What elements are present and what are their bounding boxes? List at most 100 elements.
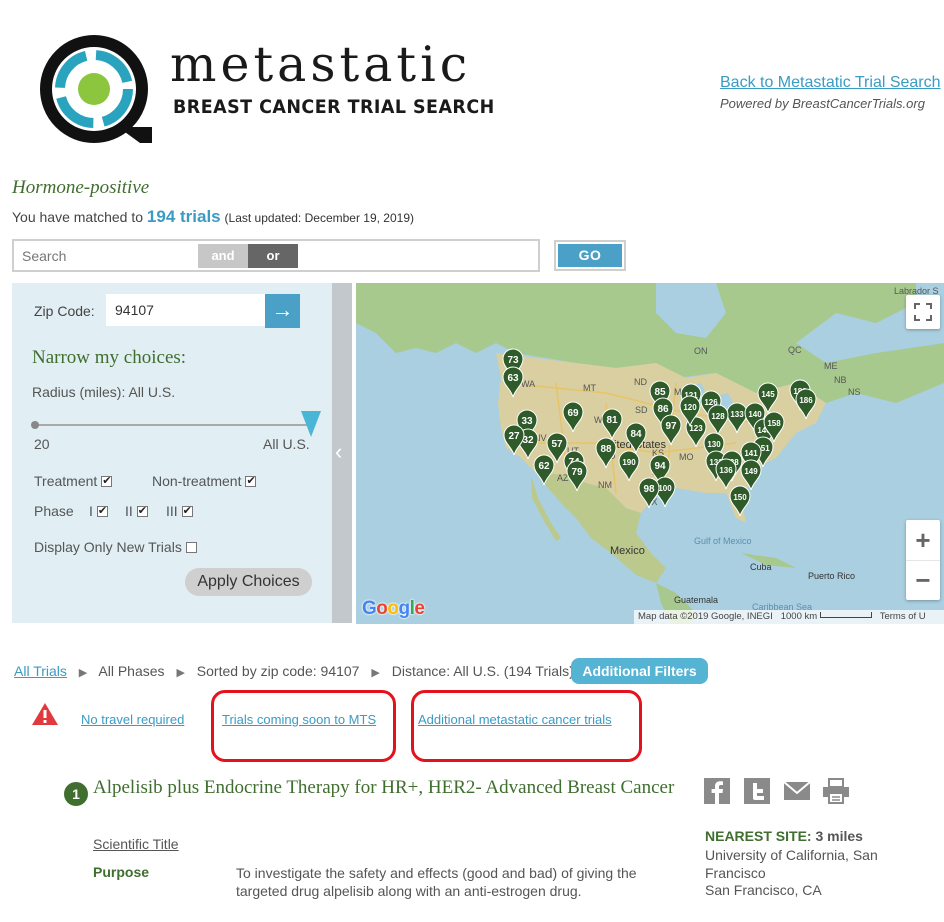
non-treatment-checkbox[interactable] [245,474,257,487]
twitter-icon[interactable] [744,778,770,804]
map-marker-label: 81 [606,415,618,426]
map-marker-label: 136 [719,466,733,475]
purpose-text: To investigate the safety and effects (g… [236,865,637,899]
map-marker-label: 63 [507,373,519,384]
map-marker-label: 140 [748,410,762,419]
scientific-title-link[interactable]: Scientific Title [93,836,179,852]
map-marker-label: 133 [730,410,744,419]
phase-2-checkbox[interactable] [136,504,148,517]
map-marker-150[interactable]: 150 [729,485,751,517]
and-toggle[interactable]: and [198,244,248,268]
zoom-in-button[interactable]: + [906,520,940,560]
apply-choices-button[interactable]: Apply Choices [185,568,312,596]
map-label-sd: SD [635,405,648,415]
map-label-nm: NM [598,480,612,490]
phase-label: Phase [34,503,74,519]
treatment-checkbox[interactable] [101,474,113,487]
radius-label: Radius (miles): All U.S. [32,384,176,400]
map-marker-label: 149 [744,467,758,476]
map-marker-label: 128 [711,412,725,421]
nearest-site-distance: 3 miles [815,828,863,844]
phase-1-filter[interactable]: I [89,503,108,519]
map-marker-label: 79 [571,467,583,478]
google-logo: Google [362,598,425,619]
breadcrumb-all-trials[interactable]: All Trials [14,663,67,679]
phase-3-label: III [166,503,178,519]
fullscreen-icon[interactable] [906,295,940,329]
collapse-panel-button[interactable]: ‹ [332,283,352,623]
new-trials-label: Display Only New Trials [34,539,182,555]
last-updated: (Last updated: December 19, 2019) [224,211,414,225]
print-icon[interactable] [822,778,849,804]
map-zoom-control: + − [906,520,940,600]
search-input[interactable] [22,245,200,267]
treatment-filter[interactable]: Treatment [34,473,113,489]
back-to-search-link[interactable]: Back to Metastatic Trial Search [720,74,941,92]
powered-by-text: Powered by BreastCancerTrials.org [720,96,925,111]
map-label-me: ME [824,361,838,371]
map-label-wa: WA [521,379,535,389]
map-label-ns: NS [848,387,861,397]
trial-title-link[interactable]: Alpelisib plus Endocrine Therapy for HR+… [93,778,683,797]
slider-min-dot [31,421,39,429]
map-label-mt: MT [583,383,596,393]
phase-3-filter[interactable]: III [166,503,193,519]
breadcrumb-distance: Distance: All U.S. (194 Trials) [391,663,574,679]
search-go-button[interactable]: GO [554,240,626,271]
or-toggle[interactable]: or [248,244,298,268]
phase-2-label: II [125,503,133,519]
trial-map[interactable]: Labrador S QC ON MT ND MN WA SD WY UT CO… [356,283,944,624]
zip-submit-button[interactable]: → [265,294,300,328]
zip-input[interactable] [106,294,266,326]
logo-icon [40,35,158,147]
breadcrumb-sorted-by: Sorted by zip code: 94107 [196,663,360,679]
phase-1-checkbox[interactable] [96,504,108,517]
nearest-site-name: University of California, San Francisco [705,847,878,881]
brand-name: metastatic [170,36,472,93]
map-terms-link[interactable]: Terms of U [880,611,926,622]
zoom-out-button[interactable]: − [906,560,940,600]
non-treatment-filter[interactable]: Non-treatment [152,473,257,489]
new-trials-checkbox[interactable] [185,542,197,553]
breadcrumb-all-phases: All Phases [98,663,165,679]
map-label-puerto-rico: Puerto Rico [808,571,855,581]
non-treatment-label: Non-treatment [152,473,242,489]
map-label-qc: QC [788,345,802,355]
go-label: GO [558,244,622,267]
phase-3-checkbox[interactable] [181,504,193,517]
map-marker-label: 123 [689,424,703,433]
radius-slider-track[interactable] [34,424,312,426]
purpose-label: Purpose [93,864,150,880]
map-marker-label: 100 [658,484,672,493]
zip-label: Zip Code: [34,303,95,319]
map-marker-label: 88 [600,444,612,455]
facebook-icon[interactable] [704,778,730,804]
slider-min-label: 20 [34,436,50,452]
phase-2-filter[interactable]: II [125,503,148,519]
hormone-status-label: Hormone-positive [12,177,150,198]
phase-1-label: I [89,503,93,519]
trial-number-badge: 1 [64,782,88,806]
radius-slider-handle[interactable] [301,411,321,437]
map-marker-label: 190 [622,458,636,467]
map-marker-label: 141 [744,449,758,458]
map-marker-label: 158 [767,419,781,428]
no-travel-link[interactable]: No travel required [81,712,184,727]
email-icon[interactable] [783,778,811,804]
map-marker-label: 57 [551,439,563,450]
map-marker-label: 186 [799,396,813,405]
map-label-nd: ND [634,377,647,387]
new-trials-filter[interactable]: Display Only New Trials [34,539,197,555]
map-marker-label: 150 [733,493,747,502]
warning-icon [31,702,59,726]
nearest-site-heading: NEAREST SITE: [705,828,812,844]
map-marker-label: 86 [657,404,669,415]
breadcrumb-separator: ▶ [176,667,185,679]
brand-subtitle: BREAST CANCER TRIAL SEARCH [173,96,495,118]
additional-filters-button[interactable]: Additional Filters [571,658,708,684]
highlight-annotation [211,690,396,762]
share-icons [704,778,854,806]
map-label-nb: NB [834,375,847,385]
map-marker-label: 69 [567,408,579,419]
match-count: 194 trials [146,207,221,226]
